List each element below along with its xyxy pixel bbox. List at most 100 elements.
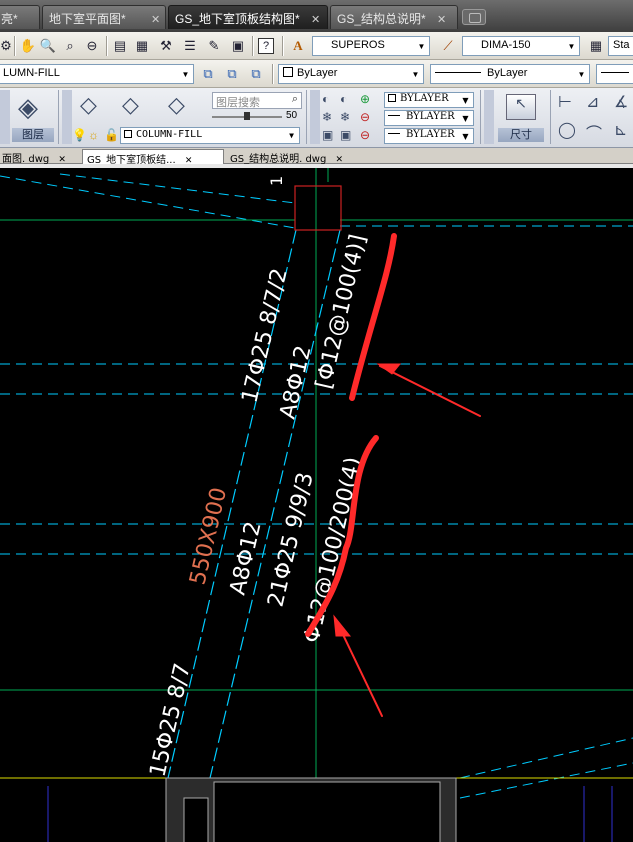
make-current-layer-icon[interactable]: ⧉ [198,64,218,84]
doc-tab-1[interactable]: 地下室平面图* ✕ [42,5,166,29]
chevron-down-icon: ▼ [417,41,426,51]
layer-previous-icon[interactable]: ⧉ [222,64,242,84]
diagonal-beam-line [459,762,633,799]
axis-number-label: 1 [267,176,286,186]
color-swatch [283,67,293,77]
layer-search-input[interactable]: 图层搜索 ⌕ [212,92,302,109]
beam-size: 550X900 [185,485,232,587]
layer-off-icon[interactable]: ◐ [322,92,329,106]
ribbon-handle[interactable] [62,90,72,144]
dim-linear-icon[interactable]: ⊢ [558,92,572,112]
lineweight-prop-select[interactable]: BYLAYER ▼ [384,128,474,144]
zoom-previous-icon[interactable]: ⊖ [82,36,102,56]
properties-icon[interactable]: ▤ [110,36,130,56]
ribbon-handle[interactable] [310,90,320,144]
pan-hand-icon[interactable]: ✋ [18,36,38,56]
wall-opening [213,781,441,842]
ribbon: ◈ 图层 ◇ ◇ ◇ 图层搜索 ⌕ 50 💡 ☼ 🔓 COLUMN-FILL ▼… [0,88,633,148]
sheet-set-icon[interactable]: ☰ [180,36,200,56]
autocad-window: 亮* 地下室平面图* ✕ GS_地下室顶板结构图* ✕ GS_结构总说明* ✕ … [0,0,633,842]
dim-aligned-icon[interactable]: ⊿ [586,92,599,112]
layer-unisolate-icon[interactable]: ◇ [168,92,185,118]
freeze-icon[interactable]: ❄ [322,110,332,124]
zoom-realtime-icon[interactable]: 🔍 [38,36,58,56]
dim-ordinate-icon[interactable]: ⊾ [614,120,627,140]
file-tab-2[interactable]: GS_结构总说明. dwg ✕ [226,149,370,165]
layers-panel-label[interactable]: 图层 [12,128,54,142]
unlock-layer-icon[interactable]: ▣ [340,128,351,142]
layer-properties-icon[interactable]: ◈ [18,92,38,123]
dim-style-select[interactable]: DIMA-150 ▼ [462,36,580,56]
layer-on-icon[interactable]: ◐ [340,92,347,106]
linetype-select[interactable]: ByLayer ▼ [430,64,590,84]
current-layer-select[interactable]: COLUMN-FILL ▼ [120,127,300,144]
dimension-icon[interactable]: ↖ [506,94,536,120]
design-center-icon[interactable]: ▦ [132,36,152,56]
sun-icon[interactable]: ☼ [88,128,99,142]
drawing-canvas[interactable]: 1 17Φ25 8/7/2 A8Φ12 [Φ12@100(4)] 550X900… [0,164,633,842]
layer-state-icon[interactable]: ◇ [80,92,97,118]
axis-lines [0,168,633,842]
add-icon[interactable]: ⊕ [360,92,370,106]
color-select[interactable]: ByLayer ▼ [278,64,424,84]
dim-style-value: DIMA-150 [481,39,531,51]
lightbulb-icon[interactable]: 💡 [72,128,87,142]
close-icon[interactable]: ✕ [151,13,160,26]
markup-arrowhead-2 [333,614,352,637]
panel-divider [306,90,307,144]
linetype-preview [388,115,400,116]
tool-palettes-icon[interactable]: ⚒ [156,36,176,56]
ribbon-handle[interactable] [484,90,494,144]
text-style-select[interactable]: SUPEROS ▼ [312,36,430,56]
table-style-select[interactable]: Sta [608,36,633,56]
color-prop-value: BYLAYER [400,93,449,104]
dim-arc-icon[interactable]: ⌒ [586,120,602,144]
dim-style-icon: ⟋ [443,38,453,53]
remove-icon[interactable]: ⊖ [360,110,370,124]
dimension-panel-label[interactable]: 尺寸 [498,128,544,142]
column-outline [294,185,342,231]
doc-tab-3[interactable]: GS_结构总说明* ✕ [330,5,458,29]
slider-thumb[interactable] [244,112,250,120]
layer-select[interactable]: LUMN-FILL ▼ [0,64,194,84]
unlock-icon[interactable]: 🔓 [104,128,119,142]
dim-radius-icon[interactable]: ◯ [558,120,576,140]
new-tab-button[interactable] [462,9,486,25]
beam-waist-rebar-1: A8Φ12 [275,343,316,421]
remove-icon[interactable]: ⊖ [360,128,370,142]
lineweight-select[interactable] [596,64,633,84]
linetype-prop-select[interactable]: BYLAYER ▼ [384,110,474,126]
ribbon-handle[interactable] [0,90,10,144]
chevron-down-icon: ▼ [462,113,469,123]
calculator-icon[interactable]: ▣ [228,36,248,56]
linetype-preview [435,72,481,73]
dim-angular-icon[interactable]: ∡ [614,92,628,112]
lineweight-prop-value: BYLAYER [406,129,455,140]
lineweight-preview [388,133,400,134]
zoom-window-icon[interactable]: ⌕ [60,36,80,56]
chevron-down-icon: ▼ [462,131,469,141]
chevron-down-icon: ▼ [289,131,294,140]
color-value: ByLayer [297,67,338,79]
markup-icon[interactable]: ✎ [204,36,224,56]
file-tab-1[interactable]: GS_地下室顶板结... ✕ [82,149,224,166]
beam-annotations: 17Φ25 8/7/2 A8Φ12 [Φ12@100(4)] 550X900 A… [145,232,371,779]
toolbar-separator [272,64,273,84]
doc-tab-2[interactable]: GS_地下室顶板结构图* ✕ [168,5,328,29]
file-tab-0[interactable]: 面图. dwg ✕ [0,149,80,165]
lock-icon[interactable]: ▣ [322,128,333,142]
inclined-beam [167,229,341,779]
chevron-down-icon: ▼ [181,69,190,79]
markup-arrowhead-1 [376,363,402,375]
help-icon[interactable]: ? [258,38,274,54]
doc-tab-0[interactable]: 亮* [0,5,40,29]
color-prop-select[interactable]: BYLAYER ▼ [384,92,474,108]
close-icon[interactable]: ✕ [311,13,320,26]
thaw-icon[interactable]: ❄ [340,110,350,124]
toolbar-separator [252,36,253,56]
layer-isolate-icon[interactable]: ◇ [122,92,139,118]
markup-arrow-line-1 [379,365,481,417]
layer-color-swatch [124,130,132,138]
layer-states-icon[interactable]: ⧉ [246,64,266,84]
close-icon[interactable]: ✕ [437,13,446,26]
